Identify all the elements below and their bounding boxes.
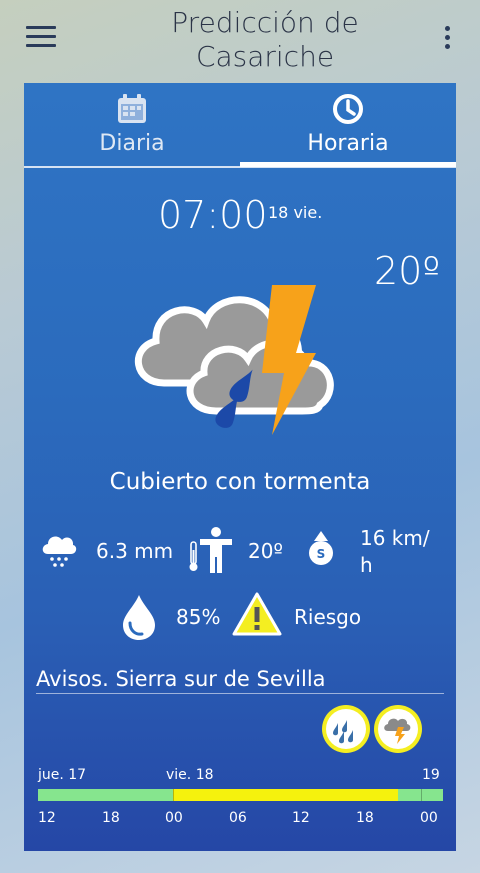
wind-speed-value: 16 km/ h [360, 526, 430, 577]
rain-warning-badge[interactable] [322, 705, 370, 753]
timeline-segment-yellow [173, 789, 398, 801]
more-vert-icon[interactable] [441, 26, 453, 54]
tab-label: Diaria [99, 131, 165, 156]
forecast-date: 18 vie. [268, 203, 323, 222]
hour-tick: 12 [292, 810, 310, 826]
timeline-day-label: vie. 18 [166, 767, 214, 783]
risk-label: Riesgo [294, 605, 362, 629]
clock-icon [333, 94, 363, 124]
tab-label: Horaria [307, 131, 389, 156]
hamburger-menu-icon[interactable] [26, 26, 56, 50]
humidity-value: 85% [176, 605, 221, 629]
rain-cloud-icon [42, 536, 77, 567]
warnings-title: Avisos. Sierra sur de Sevilla [36, 667, 326, 691]
timeline-day-separator [173, 789, 174, 801]
warnings-divider [36, 693, 444, 694]
warning-triangle-icon [232, 592, 282, 636]
person-thermometer-icon [189, 527, 232, 573]
storm-warning-badge[interactable] [374, 705, 422, 753]
weather-description: Cubierto con tormenta [109, 469, 371, 495]
tab-bar: Diaria Horaria [24, 83, 456, 168]
humidity-drop-icon [123, 595, 155, 640]
tab-active-indicator [240, 162, 456, 167]
timeline-segment-green [38, 789, 173, 801]
hour-tick: 12 [38, 810, 56, 826]
hour-tick: 00 [165, 810, 183, 826]
timeline-day-label: jue. 17 [38, 767, 87, 783]
timeline-day-label: 19 [422, 767, 440, 783]
wind-direction-label: S [317, 547, 326, 561]
hour-tick: 18 [356, 810, 374, 826]
page-title: Predicción de Casariche [171, 6, 359, 73]
calendar-icon [118, 94, 146, 123]
hour-tick: 18 [102, 810, 120, 826]
storm-warning-icon [384, 718, 411, 744]
warning-timeline-bar [38, 789, 443, 801]
wind-direction-icon: S [309, 531, 333, 565]
rain-warning-icon [333, 720, 353, 744]
hour-tick: 00 [420, 810, 438, 826]
precipitation-value: 6.3 mm [96, 539, 174, 563]
forecast-card: Diaria Horaria 07:00 18 vie. 20º Cubiert… [24, 83, 456, 851]
timeline-day-separator [421, 789, 422, 801]
app-bar: Predicción de Casariche [0, 0, 480, 80]
forecast-temperature: 20º [374, 249, 441, 293]
tab-diaria[interactable]: Diaria [24, 83, 240, 167]
forecast-time: 07:00 [158, 193, 268, 237]
cloud-rain-thunderstorm-icon [135, 285, 334, 435]
hour-tick: 06 [229, 810, 247, 826]
tab-horaria[interactable]: Horaria [240, 83, 456, 167]
feels-like-value: 20º [248, 539, 283, 563]
